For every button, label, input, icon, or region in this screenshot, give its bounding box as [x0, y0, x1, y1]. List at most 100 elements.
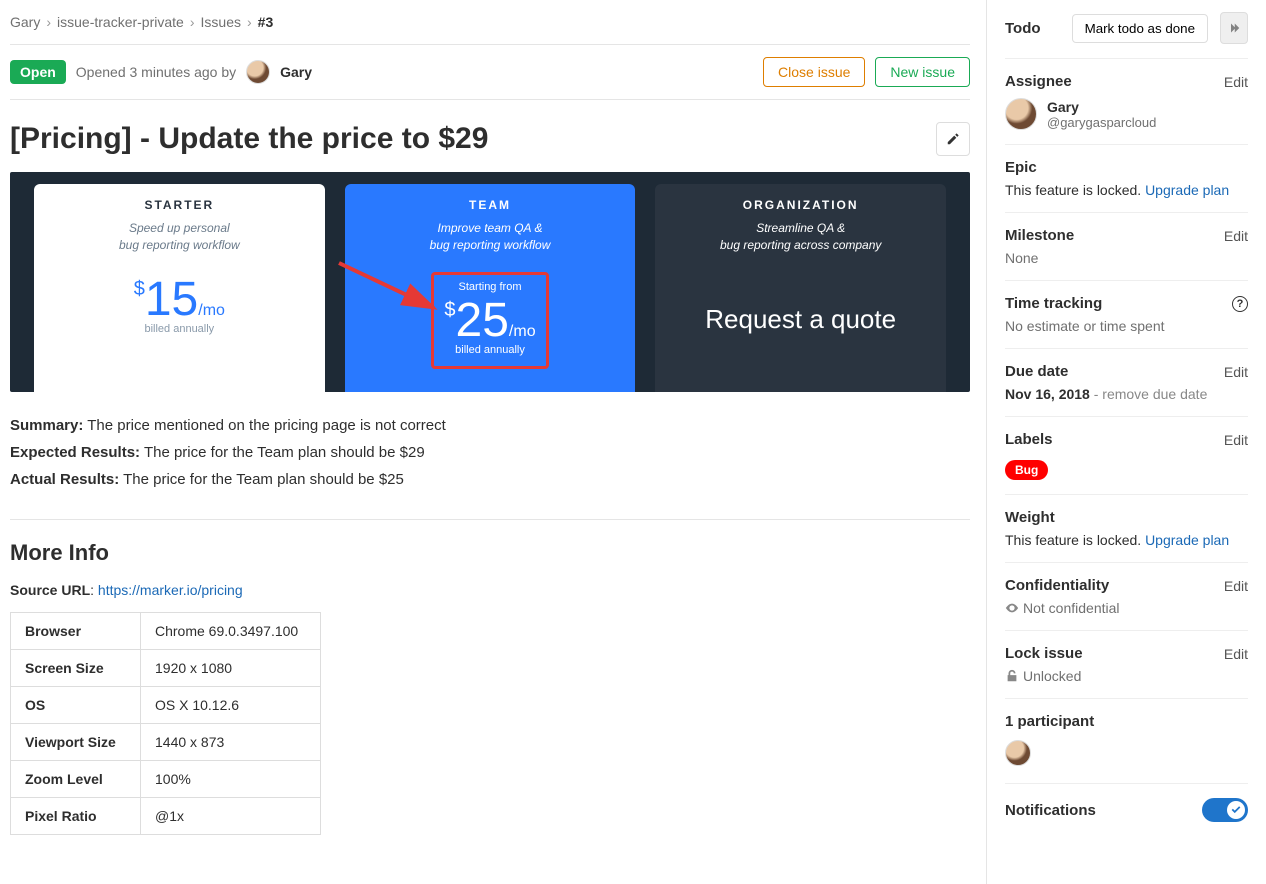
assignee-handle: @garygasparcloud — [1047, 115, 1156, 130]
status-bar: Open Opened 3 minutes ago by Gary Close … — [10, 44, 970, 100]
breadcrumb-id: #3 — [258, 14, 274, 30]
assignee-avatar[interactable] — [1005, 98, 1037, 130]
confidentiality-value: Not confidential — [1023, 600, 1120, 616]
author-avatar[interactable] — [246, 60, 270, 84]
confidentiality-edit[interactable]: Edit — [1224, 578, 1248, 594]
assignee-edit[interactable]: Edit — [1224, 74, 1248, 90]
table-key: Browser — [11, 613, 141, 650]
table-value: 1440 x 873 — [141, 724, 321, 761]
close-issue-button[interactable]: Close issue — [763, 57, 865, 87]
issue-attachment-image: STARTER Speed up personal bug reporting w… — [10, 172, 970, 392]
assignee-name[interactable]: Gary — [1047, 99, 1156, 115]
expected-label: Expected Results: — [10, 444, 140, 461]
table-key: OS — [11, 687, 141, 724]
pencil-icon — [946, 132, 960, 146]
author-name[interactable]: Gary — [280, 64, 312, 80]
starting-from: Starting from — [444, 281, 535, 293]
pricing-card-org: ORGANIZATION Streamline QA &bug reportin… — [655, 184, 946, 392]
table-row: OSOS X 10.12.6 — [11, 687, 321, 724]
remove-due-date[interactable]: - remove due date — [1090, 386, 1208, 402]
source-url-link[interactable]: https://marker.io/pricing — [98, 582, 243, 598]
table-key: Screen Size — [11, 650, 141, 687]
issue-title: [Pricing] - Update the price to $29 — [10, 122, 924, 156]
new-issue-button[interactable]: New issue — [875, 57, 970, 87]
collapse-sidebar-button[interactable] — [1220, 12, 1248, 44]
plan-desc: bug reporting workflow — [119, 238, 240, 252]
issue-sidebar: Todo Mark todo as done Assignee Edit Gary… — [986, 0, 1266, 884]
breadcrumb: Gary› issue-tracker-private› Issues› #3 — [10, 8, 970, 44]
plan-period: /mo — [509, 323, 536, 340]
weight-locked-text: This feature is locked. — [1005, 532, 1141, 548]
plan-name: ORGANIZATION — [665, 198, 936, 212]
plan-desc: bug reporting workflow — [430, 238, 551, 252]
unlock-icon — [1005, 669, 1019, 683]
weight-upgrade-link[interactable]: Upgrade plan — [1145, 532, 1229, 548]
actual-text: The price for the Team plan should be $2… — [123, 471, 404, 488]
table-key: Pixel Ratio — [11, 798, 141, 835]
due-date-title: Due date — [1005, 363, 1068, 380]
plan-billed: billed annually — [44, 323, 315, 335]
plan-desc: Improve team QA & — [438, 221, 543, 235]
assignee-title: Assignee — [1005, 73, 1072, 90]
plan-name: STARTER — [44, 198, 315, 212]
todo-title: Todo — [1005, 20, 1041, 37]
labels-title: Labels — [1005, 431, 1053, 448]
labels-edit[interactable]: Edit — [1224, 432, 1248, 448]
expected-text: The price for the Team plan should be $2… — [144, 444, 425, 461]
environment-table: BrowserChrome 69.0.3497.100Screen Size19… — [10, 612, 321, 835]
notifications-toggle[interactable] — [1202, 798, 1248, 822]
lock-issue-edit[interactable]: Edit — [1224, 646, 1248, 662]
table-row: Screen Size1920 x 1080 — [11, 650, 321, 687]
table-value: OS X 10.12.6 — [141, 687, 321, 724]
table-value: Chrome 69.0.3497.100 — [141, 613, 321, 650]
time-tracking-value: No estimate or time spent — [1005, 318, 1248, 334]
opened-text: Opened 3 minutes ago by — [76, 64, 236, 80]
table-row: BrowserChrome 69.0.3497.100 — [11, 613, 321, 650]
annotation-arrow-icon — [334, 258, 454, 318]
milestone-edit[interactable]: Edit — [1224, 228, 1248, 244]
participant-avatar[interactable] — [1005, 740, 1031, 766]
plan-desc: Streamline QA & — [756, 221, 845, 235]
due-date-edit[interactable]: Edit — [1224, 364, 1248, 380]
due-date-value: Nov 16, 2018 — [1005, 386, 1090, 402]
plan-name: TEAM — [355, 198, 626, 212]
mark-todo-button[interactable]: Mark todo as done — [1072, 14, 1208, 43]
plan-billed: billed annually — [444, 344, 535, 356]
lock-issue-title: Lock issue — [1005, 645, 1083, 662]
breadcrumb-section[interactable]: Issues — [201, 14, 241, 30]
check-icon — [1231, 805, 1241, 815]
epic-title: Epic — [1005, 159, 1037, 176]
epic-locked-text: This feature is locked. — [1005, 182, 1141, 198]
confidentiality-title: Confidentiality — [1005, 577, 1109, 594]
plan-price: 25 — [456, 294, 509, 347]
breadcrumb-repo[interactable]: issue-tracker-private — [57, 14, 184, 30]
request-quote: Request a quote — [665, 304, 936, 335]
pricing-card-starter: STARTER Speed up personal bug reporting w… — [34, 184, 325, 392]
table-value: 100% — [141, 761, 321, 798]
breadcrumb-owner[interactable]: Gary — [10, 14, 40, 30]
table-key: Viewport Size — [11, 724, 141, 761]
plan-desc: Speed up personal — [129, 221, 230, 235]
plan-period: /mo — [198, 302, 225, 319]
table-row: Pixel Ratio@1x — [11, 798, 321, 835]
milestone-value: None — [1005, 250, 1248, 266]
edit-title-button[interactable] — [936, 122, 970, 156]
table-value: @1x — [141, 798, 321, 835]
chevron-right-icon — [1228, 22, 1240, 34]
table-row: Viewport Size1440 x 873 — [11, 724, 321, 761]
summary-label: Summary: — [10, 417, 83, 434]
notifications-title: Notifications — [1005, 802, 1096, 819]
label-bug[interactable]: Bug — [1005, 460, 1048, 480]
participants-title: 1 participant — [1005, 713, 1248, 730]
help-icon[interactable]: ? — [1232, 296, 1248, 312]
table-row: Zoom Level100% — [11, 761, 321, 798]
time-tracking-title: Time tracking — [1005, 295, 1102, 312]
lock-issue-value: Unlocked — [1023, 668, 1081, 684]
eye-icon — [1005, 601, 1019, 615]
epic-upgrade-link[interactable]: Upgrade plan — [1145, 182, 1229, 198]
table-key: Zoom Level — [11, 761, 141, 798]
table-value: 1920 x 1080 — [141, 650, 321, 687]
plan-price: 15 — [145, 273, 198, 326]
weight-title: Weight — [1005, 509, 1055, 526]
milestone-title: Milestone — [1005, 227, 1074, 244]
